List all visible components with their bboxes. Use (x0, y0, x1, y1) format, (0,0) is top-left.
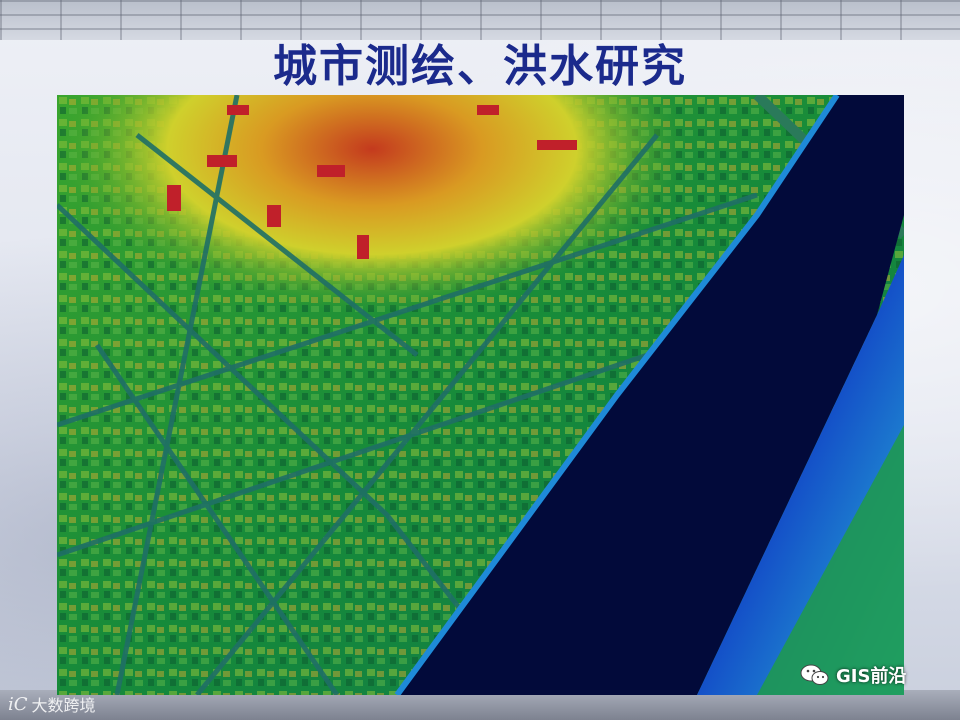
watermark-right-text: GIS前沿 (836, 666, 907, 687)
lidar-map-svg (57, 95, 904, 695)
watermark-left: iC 大数跨境 (8, 692, 96, 716)
lidar-map-image (57, 95, 904, 695)
wechat-icon (800, 664, 829, 685)
brand-logo: iC (8, 693, 28, 715)
slide-title: 城市测绘、洪水研究 (273, 41, 687, 92)
watermark-right: GIS前沿 (800, 660, 906, 690)
watermark-left-text: 大数跨境 (31, 696, 96, 715)
